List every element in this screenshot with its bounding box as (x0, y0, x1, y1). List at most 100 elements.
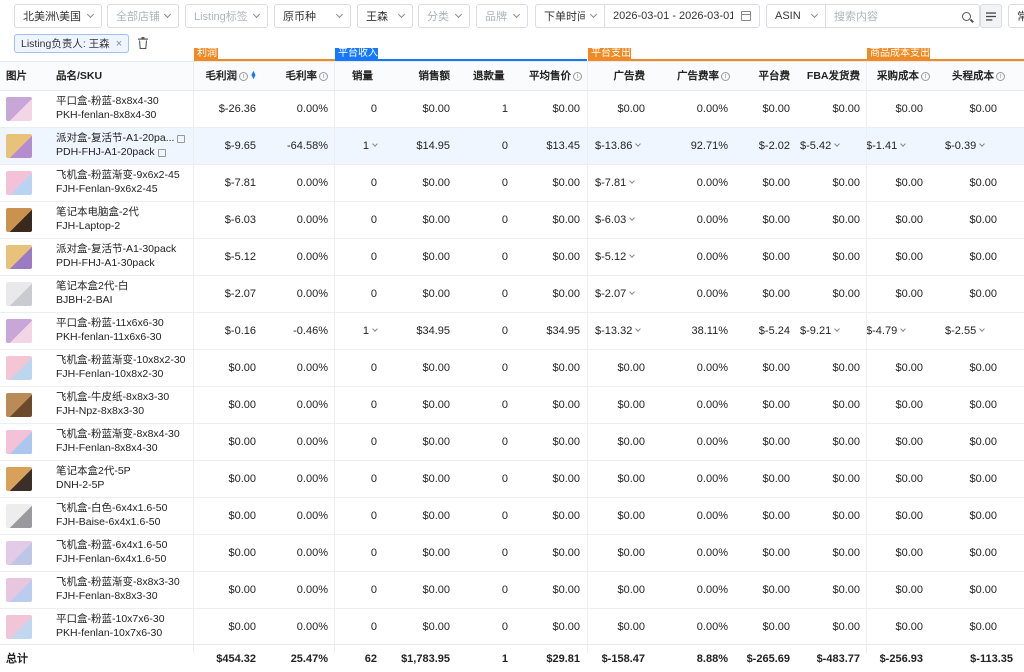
search-input[interactable]: 搜索内容 (825, 4, 980, 28)
product-name-sku: 飞机盒-粉蓝-6x4x1.6-50 FJH-Fenlan-6x4x1.6-50 (56, 539, 186, 567)
col-freight-cost[interactable]: 头程成本 i (945, 62, 1005, 91)
col-gross-profit[interactable]: 毛利润 i ▲ ▼ (194, 62, 257, 91)
col-sales-qty[interactable]: 销量 (352, 62, 373, 91)
table-row[interactable]: 笔记本盒2代-白 BJBH-2-BAI $-2.07 0.00% 0 $0.00 0 $0.0… (0, 276, 1024, 313)
listing-tag-select[interactable]: Listing标签 (185, 4, 268, 28)
col-ad-rate[interactable]: 广告费率 i (660, 62, 730, 91)
col-purchase-cost[interactable]: 采购成本 i (872, 62, 930, 91)
product-thumbnail[interactable] (6, 134, 32, 158)
chevron-down-icon[interactable] (372, 141, 378, 147)
sort-icon[interactable]: ▲ ▼ (250, 70, 257, 81)
product-thumbnail[interactable] (6, 578, 32, 602)
table-row[interactable]: 飞机盒-粉蓝渐变-9x6x2-45 FJH-Fenlan-9x6x2-45 $-7.… (0, 165, 1024, 202)
more-button[interactable]: 常 (1008, 4, 1024, 28)
chevron-down-icon[interactable] (635, 326, 642, 332)
cell-pf-value: $0.00 (762, 251, 790, 263)
product-name[interactable]: 飞机盒-牛皮纸-8x8x3-30 (56, 391, 186, 405)
chevron-down-icon[interactable] (834, 326, 841, 332)
cell-avg-value: $0.00 (552, 399, 580, 411)
chevron-down-icon[interactable] (629, 215, 636, 221)
product-thumbnail[interactable] (6, 208, 32, 232)
product-name[interactable]: 笔记本盒2代-白 (56, 280, 186, 294)
product-thumbnail[interactable] (6, 319, 32, 343)
table-row[interactable]: 平口盒-粉蓝-8x8x4-30 PKH-fenlan-8x8x4-30 $-26.3… (0, 91, 1024, 128)
col-ad-cost[interactable]: 广告费 (595, 62, 646, 91)
col-gross-margin[interactable]: 毛利率 i (262, 62, 328, 91)
product-name[interactable]: 平口盒-粉蓝-8x8x4-30 (56, 95, 186, 109)
date-range-picker[interactable]: 2026-03-01 - 2026-03-01 (604, 4, 760, 28)
product-name[interactable]: 派对盒-复活节-A1-30pack (56, 243, 186, 257)
cell-avg-value: $0.00 (552, 288, 580, 300)
table-row[interactable]: 飞机盒-粉蓝-6x4x1.6-50 FJH-Fenlan-6x4x1.6-50 $0… (0, 535, 1024, 572)
currency-select[interactable]: 原币种 (274, 4, 351, 28)
chevron-down-icon[interactable] (979, 326, 986, 332)
table-row[interactable]: 飞机盒-粉蓝渐变-10x8x2-30 FJH-Fenlan-10x8x2-30 $0… (0, 350, 1024, 387)
chevron-down-icon[interactable] (629, 252, 636, 258)
region-select[interactable]: 北美洲\美国 (14, 4, 102, 28)
product-thumbnail[interactable] (6, 356, 32, 380)
cell-refund-value: 0 (501, 177, 508, 189)
copy-icon[interactable] (177, 135, 185, 143)
chevron-down-icon[interactable] (834, 141, 841, 147)
product-name[interactable]: 飞机盒-白色-6x4x1.6-50 (56, 502, 186, 516)
product-name[interactable]: 飞机盒-粉蓝渐变-10x8x2-30 (56, 354, 186, 368)
chevron-down-icon[interactable] (979, 141, 986, 147)
store-select[interactable]: 全部店铺 (107, 4, 179, 28)
product-name[interactable]: 飞机盒-粉蓝-6x4x1.6-50 (56, 539, 186, 553)
chevron-down-icon[interactable] (629, 289, 636, 295)
product-thumbnail[interactable] (6, 467, 32, 491)
product-name-sku: 平口盒-粉蓝-10x7x6-30 PKH-fenlan-10x7x6-30 (56, 613, 186, 641)
product-name[interactable]: 飞机盒-粉蓝渐变-9x6x2-45 (56, 169, 186, 183)
product-name[interactable]: 笔记本电脑盒-2代 (56, 206, 186, 220)
chevron-down-icon[interactable] (900, 326, 907, 332)
table-row[interactable]: 飞机盒-牛皮纸-8x8x3-30 FJH-Npz-8x8x3-30 $0.00 0.0… (0, 387, 1024, 424)
product-thumbnail[interactable] (6, 615, 32, 639)
table-row[interactable]: 派对盒-复活节-A1-20pa... PDH-FHJ-A1-20pack $-9.6… (0, 128, 1024, 165)
col-fba-fee[interactable]: FBA发货费 (800, 62, 860, 91)
chevron-down-icon[interactable] (900, 141, 907, 147)
product-name[interactable]: 飞机盒-粉蓝渐变-8x8x4-30 (56, 428, 186, 442)
product-thumbnail[interactable] (6, 171, 32, 195)
col-platform-fee[interactable]: 平台费 (745, 62, 791, 91)
brand-select[interactable]: 品牌 (476, 4, 528, 28)
cell-gm: 0.00% (262, 424, 328, 461)
cell-refund-value: 0 (501, 621, 508, 633)
product-thumbnail[interactable] (6, 97, 32, 121)
product-thumbnail[interactable] (6, 393, 32, 417)
trash-icon[interactable] (138, 37, 148, 49)
table-row[interactable]: 笔记本电脑盒-2代 FJH-Laptop-2 $-6.03 0.00% 0 $0.00 0 $… (0, 202, 1024, 239)
table-row[interactable]: 飞机盒-粉蓝渐变-8x8x3-30 FJH-Fenlan-8x8x3-30 $0.0… (0, 572, 1024, 609)
col-avg-price[interactable]: 平均售价 i (514, 62, 582, 91)
owner-select[interactable]: 王森 (357, 4, 413, 28)
copy-icon[interactable] (158, 149, 166, 157)
product-name[interactable]: 派对盒-复活节-A1-20pa... (56, 132, 186, 146)
product-thumbnail[interactable] (6, 430, 32, 454)
product-name[interactable]: 飞机盒-粉蓝渐变-8x8x3-30 (56, 576, 186, 590)
search-field-select[interactable]: ASIN (766, 4, 826, 28)
table-row[interactable]: 平口盒-粉蓝-10x7x6-30 PKH-fenlan-10x7x6-30 $0.0… (0, 609, 1024, 646)
col-refund-qty[interactable]: 退款量 (473, 62, 505, 91)
product-name[interactable]: 平口盒-粉蓝-11x6x6-30 (56, 317, 186, 331)
table-row[interactable]: 飞机盒-白色-6x4x1.6-50 FJH-Baise-6x4x1.6-50 $0.… (0, 498, 1024, 535)
cell-fba-value: $-5.42 (800, 140, 832, 152)
chevron-down-icon[interactable] (635, 141, 642, 147)
product-name[interactable]: 笔记本盒2代-5P (56, 465, 186, 479)
cell-pf-value: $0.00 (762, 362, 790, 374)
list-view-button[interactable] (980, 4, 1002, 28)
chevron-down-icon[interactable] (629, 178, 636, 184)
table-row[interactable]: 派对盒-复活节-A1-30pack PDH-FHJ-A1-30pack $-5.12… (0, 239, 1024, 276)
close-icon[interactable]: × (116, 38, 122, 50)
table-row[interactable]: 飞机盒-粉蓝渐变-8x8x4-30 FJH-Fenlan-8x8x4-30 $0.0… (0, 424, 1024, 461)
product-thumbnail[interactable] (6, 282, 32, 306)
col-sales-amount[interactable]: 销售额 (386, 62, 451, 91)
product-name[interactable]: 平口盒-粉蓝-10x7x6-30 (56, 613, 186, 627)
category-select[interactable]: 分类 (418, 4, 470, 28)
chevron-down-icon[interactable] (372, 326, 378, 332)
product-thumbnail[interactable] (6, 245, 32, 269)
table-row[interactable]: 笔记本盒2代-5P DNH-2-5P $0.00 0.00% 0 $0.00 0 $0.00 $… (0, 461, 1024, 498)
time-type-select[interactable]: 下单时间 (535, 4, 605, 28)
product-thumbnail[interactable] (6, 504, 32, 528)
product-thumbnail[interactable] (6, 541, 32, 565)
search-icon[interactable] (962, 11, 971, 21)
table-row[interactable]: 平口盒-粉蓝-11x6x6-30 PKH-fenlan-11x6x6-30 $-0.… (0, 313, 1024, 350)
